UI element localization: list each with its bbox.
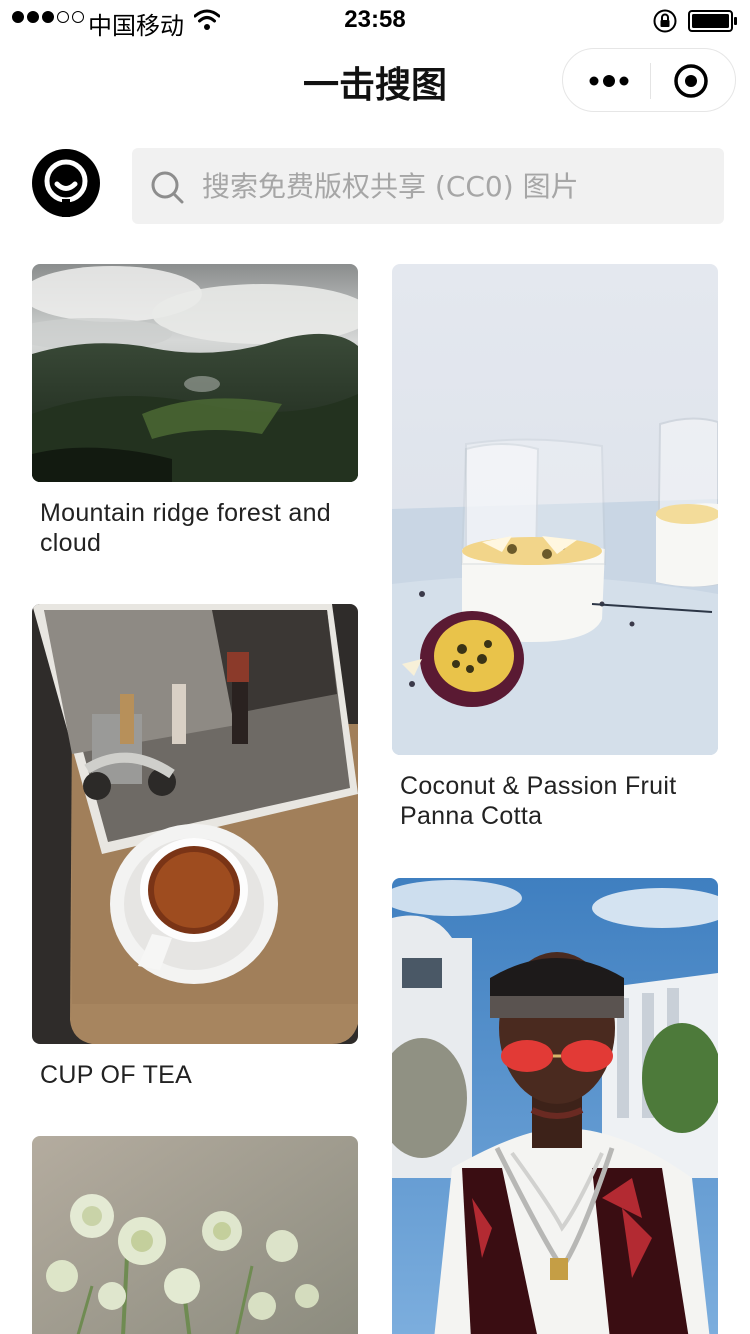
photo-card[interactable] xyxy=(32,1136,358,1334)
rotation-lock-icon xyxy=(653,9,677,33)
search-bar[interactable] xyxy=(132,148,724,224)
photo-title: Mountain ridge forest and cloud xyxy=(40,499,332,557)
photo-title: Coconut & Passion Fruit Panna Cotta xyxy=(400,772,677,830)
cup-of-tea-photo[interactable] xyxy=(32,604,358,1044)
portrait-photo[interactable] xyxy=(392,878,718,1334)
clock-time: 23:58 xyxy=(344,6,406,33)
search-input[interactable] xyxy=(202,148,712,224)
app-logo[interactable] xyxy=(32,149,100,217)
photo-card[interactable] xyxy=(392,878,718,1334)
photo-card[interactable]: Mountain ridge forest and cloud xyxy=(32,264,358,558)
photo-title: CUP OF TEA xyxy=(40,1061,193,1089)
more-options-icon[interactable] xyxy=(587,69,631,93)
smiley-logo-icon xyxy=(44,159,88,217)
photo-card[interactable]: Coconut & Passion Fruit Panna Cotta xyxy=(392,264,718,831)
mountain-photo[interactable] xyxy=(32,264,358,482)
status-bar: 中国移动 23:58 xyxy=(0,0,750,40)
panna-cotta-photo[interactable] xyxy=(392,264,718,755)
search-icon xyxy=(151,171,184,204)
capsule-divider xyxy=(650,63,651,99)
photo-card[interactable]: CUP OF TEA xyxy=(32,604,358,1090)
flowers-photo[interactable] xyxy=(32,1136,358,1334)
close-miniprogram-icon[interactable] xyxy=(673,63,709,99)
mini-program-capsule xyxy=(562,48,736,112)
battery-icon xyxy=(688,10,737,32)
app-page: 中国移动 23:58 一击搜图 搜索免费版权共享 (CC0) 图片 Mounta… xyxy=(0,0,750,1334)
